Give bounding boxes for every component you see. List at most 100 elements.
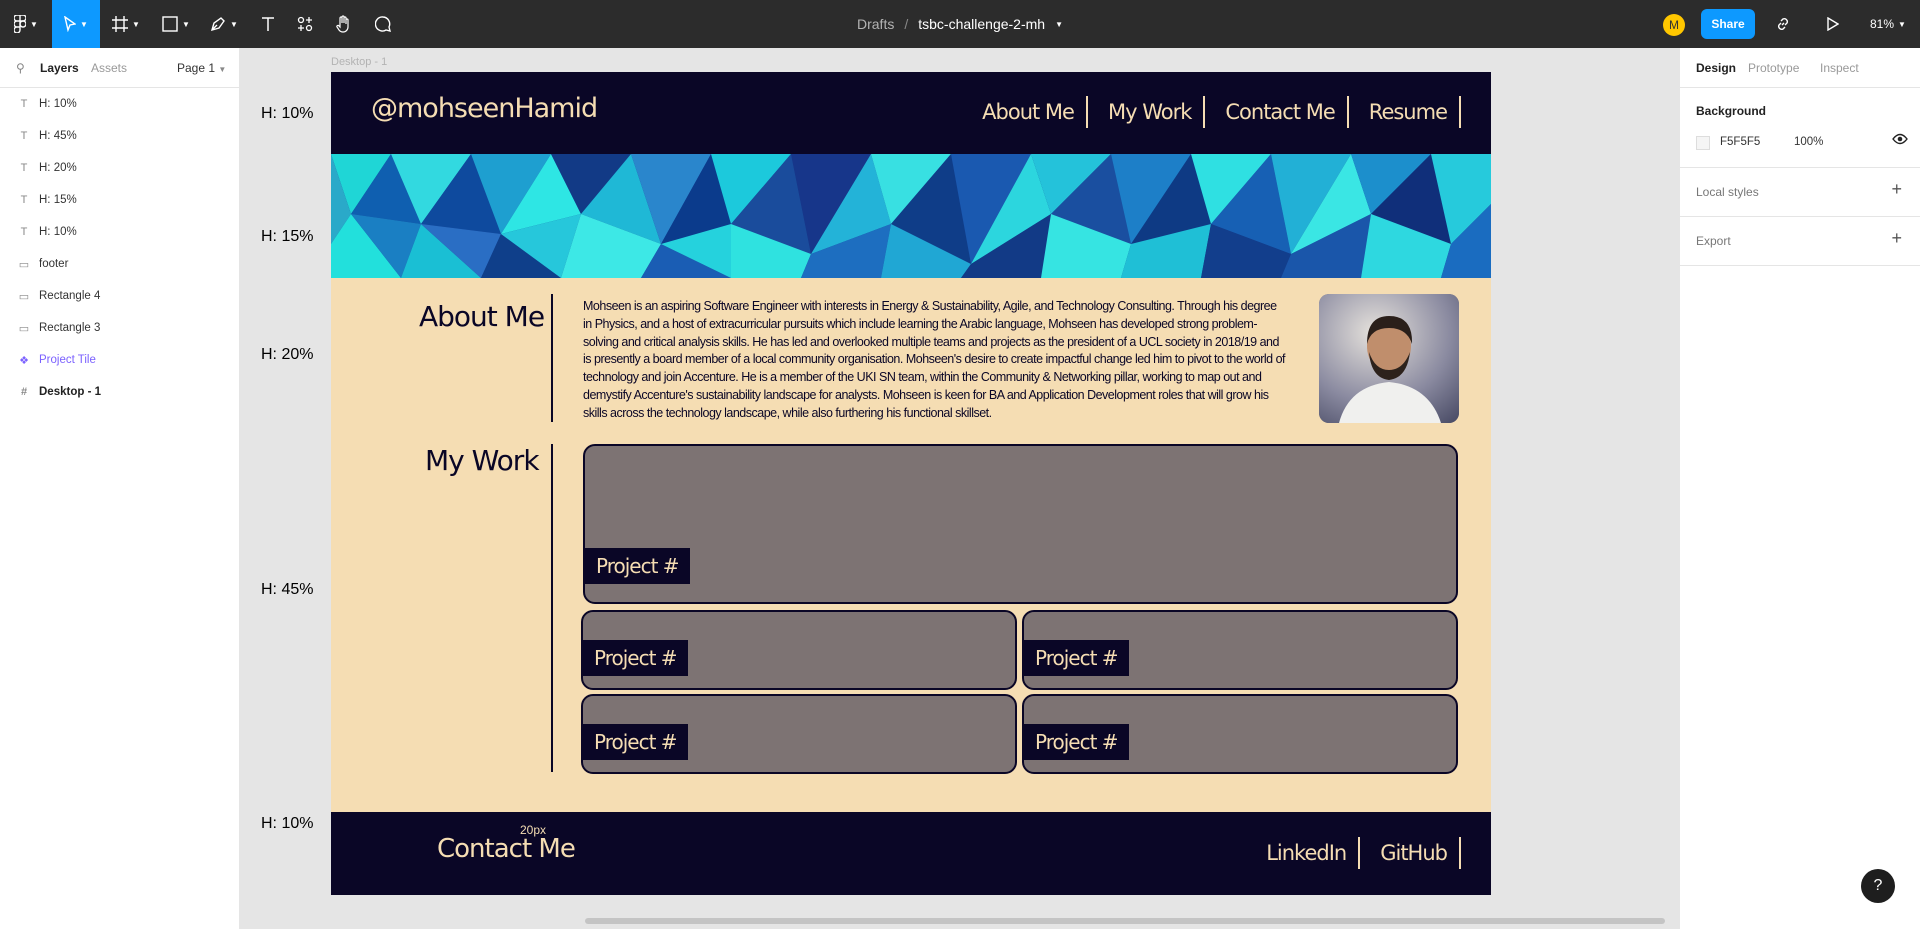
layer-item[interactable]: ▭ Rectangle 4 [0,280,240,312]
project-tile[interactable]: Project # [581,694,1017,774]
frame-label[interactable]: Desktop - 1 [331,56,387,68]
banner-image[interactable] [331,154,1491,278]
desktop-frame[interactable]: @mohseenHamid About Me My Work Contact M… [331,72,1491,895]
add-export-icon[interactable]: + [1891,228,1902,249]
file-name[interactable]: tsbc-challenge-2-mh [918,16,1045,32]
copy-link-button[interactable] [1767,0,1799,48]
rectangle-icon [162,16,178,32]
nav-my-work[interactable]: My Work [1088,96,1206,128]
play-icon [1827,17,1839,31]
tab-layers[interactable]: Layers [40,61,79,75]
page-name: Page 1 [177,61,216,75]
layer-item[interactable]: ❖ Project Tile [0,344,240,376]
canvas[interactable]: H: 10% H: 15% H: 20% H: 45% H: 10% Deskt… [241,48,1679,929]
add-style-icon[interactable]: + [1891,179,1902,200]
footer-github[interactable]: GitHub [1360,837,1461,869]
tab-prototype[interactable]: Prototype [1748,61,1799,75]
main-menu-button[interactable]: ▼ [8,0,44,48]
low-poly-pattern [331,154,1491,278]
hand-icon [336,15,349,33]
background-opacity[interactable]: 100% [1794,136,1823,148]
project-tile[interactable]: Project # [1022,610,1458,690]
layer-label: Rectangle 3 [39,322,101,334]
tab-design[interactable]: Design [1696,61,1736,75]
share-button[interactable]: Share [1701,9,1755,39]
nav-about-me[interactable]: About Me [962,96,1088,128]
local-styles-section: Local styles + [1680,168,1920,217]
frame-tool-button[interactable]: ▼ [108,0,144,48]
pen-icon [211,17,225,32]
search-icon[interactable]: ⚲ [16,61,25,75]
resources-button[interactable] [289,0,321,48]
nav-resume[interactable]: Resume [1349,96,1461,128]
pen-tool-button[interactable]: ▼ [206,0,242,48]
layer-item[interactable]: ▭ Rectangle 3 [0,312,240,344]
tab-assets[interactable]: Assets [91,61,127,75]
eye-icon[interactable] [1892,132,1908,151]
present-button[interactable] [1817,0,1849,48]
cursor-icon [64,16,77,32]
text-icon: T [20,98,28,110]
frame-icon [112,16,129,32]
project-tile[interactable]: Project # [583,444,1458,604]
site-header[interactable]: @mohseenHamid About Me My Work Contact M… [331,72,1491,154]
site-footer[interactable]: 20px Contact Me LinkedIn GitHub [331,812,1491,895]
layer-item[interactable]: T H: 10% [0,88,240,120]
background-title: Background [1696,104,1767,118]
site-handle[interactable]: @mohseenHamid [371,93,598,124]
page-selector[interactable]: Page 1 ▼ [177,61,226,75]
background-section: Background F5F5F5 100% [1680,88,1920,168]
project-label: Project # [1024,724,1129,760]
drafts-link[interactable]: Drafts [857,16,894,32]
layer-label: H: 10% [39,98,77,110]
hand-tool-button[interactable] [328,0,360,48]
site-nav: About Me My Work Contact Me Resume [962,96,1461,128]
height-annotation: H: 10% [261,105,314,122]
nav-contact-me[interactable]: Contact Me [1205,96,1349,128]
background-hex[interactable]: F5F5F5 [1720,136,1760,148]
layer-item[interactable]: T H: 15% [0,184,240,216]
comment-tool-button[interactable] [367,0,399,48]
export-section: Export + [1680,217,1920,266]
breadcrumb: Drafts / tsbc-challenge-2-mh ▼ [0,0,1920,48]
avatar[interactable]: M [1663,14,1685,36]
rectangle-icon: ▭ [18,290,30,303]
chevron-down-icon[interactable]: ▼ [1055,20,1063,29]
layer-item[interactable]: T H: 20% [0,152,240,184]
project-label: Project # [583,724,688,760]
zoom-level: 81% [1870,17,1895,31]
footer-linkedin[interactable]: LinkedIn [1246,837,1361,869]
background-swatch[interactable] [1696,136,1710,150]
left-panel-tabs: ⚲ Layers Assets Page 1 ▼ [0,48,239,88]
layer-item[interactable]: T H: 10% [0,216,240,248]
layer-label: H: 20% [39,162,77,174]
horizontal-scrollbar[interactable] [585,918,1665,924]
text-icon: T [20,194,28,206]
shape-tool-button[interactable]: ▼ [158,0,194,48]
project-tile[interactable]: Project # [581,610,1017,690]
layer-item[interactable]: ▭ footer [0,248,240,280]
layer-label: Desktop - 1 [39,386,101,398]
profile-portrait [1319,294,1459,423]
help-button[interactable]: ? [1861,869,1895,903]
move-tool-button[interactable]: ▼ [52,0,100,48]
layer-item[interactable]: # Desktop - 1 [0,376,240,408]
height-annotation: H: 15% [261,228,314,245]
zoom-dropdown[interactable]: 81% ▼ [1870,0,1906,48]
about-text: Mohseen is an aspiring Software Engineer… [583,299,1286,420]
chevron-down-icon: ▼ [30,19,38,29]
layer-label: footer [39,258,69,270]
right-panel-tabs: Design Prototype Inspect [1680,48,1920,88]
chevron-down-icon: ▼ [80,19,88,29]
text-tool-button[interactable] [252,0,284,48]
project-tile[interactable]: Project # [1022,694,1458,774]
height-annotation: H: 20% [261,346,314,363]
layer-item[interactable]: T H: 45% [0,120,240,152]
about-divider [551,294,553,422]
tab-inspect[interactable]: Inspect [1820,61,1859,75]
height-annotation: H: 10% [261,815,314,832]
footer-links: LinkedIn GitHub [1246,837,1461,869]
text-icon: T [20,130,28,142]
footer-contact-me[interactable]: Contact Me [437,834,576,864]
comment-icon [375,16,391,32]
